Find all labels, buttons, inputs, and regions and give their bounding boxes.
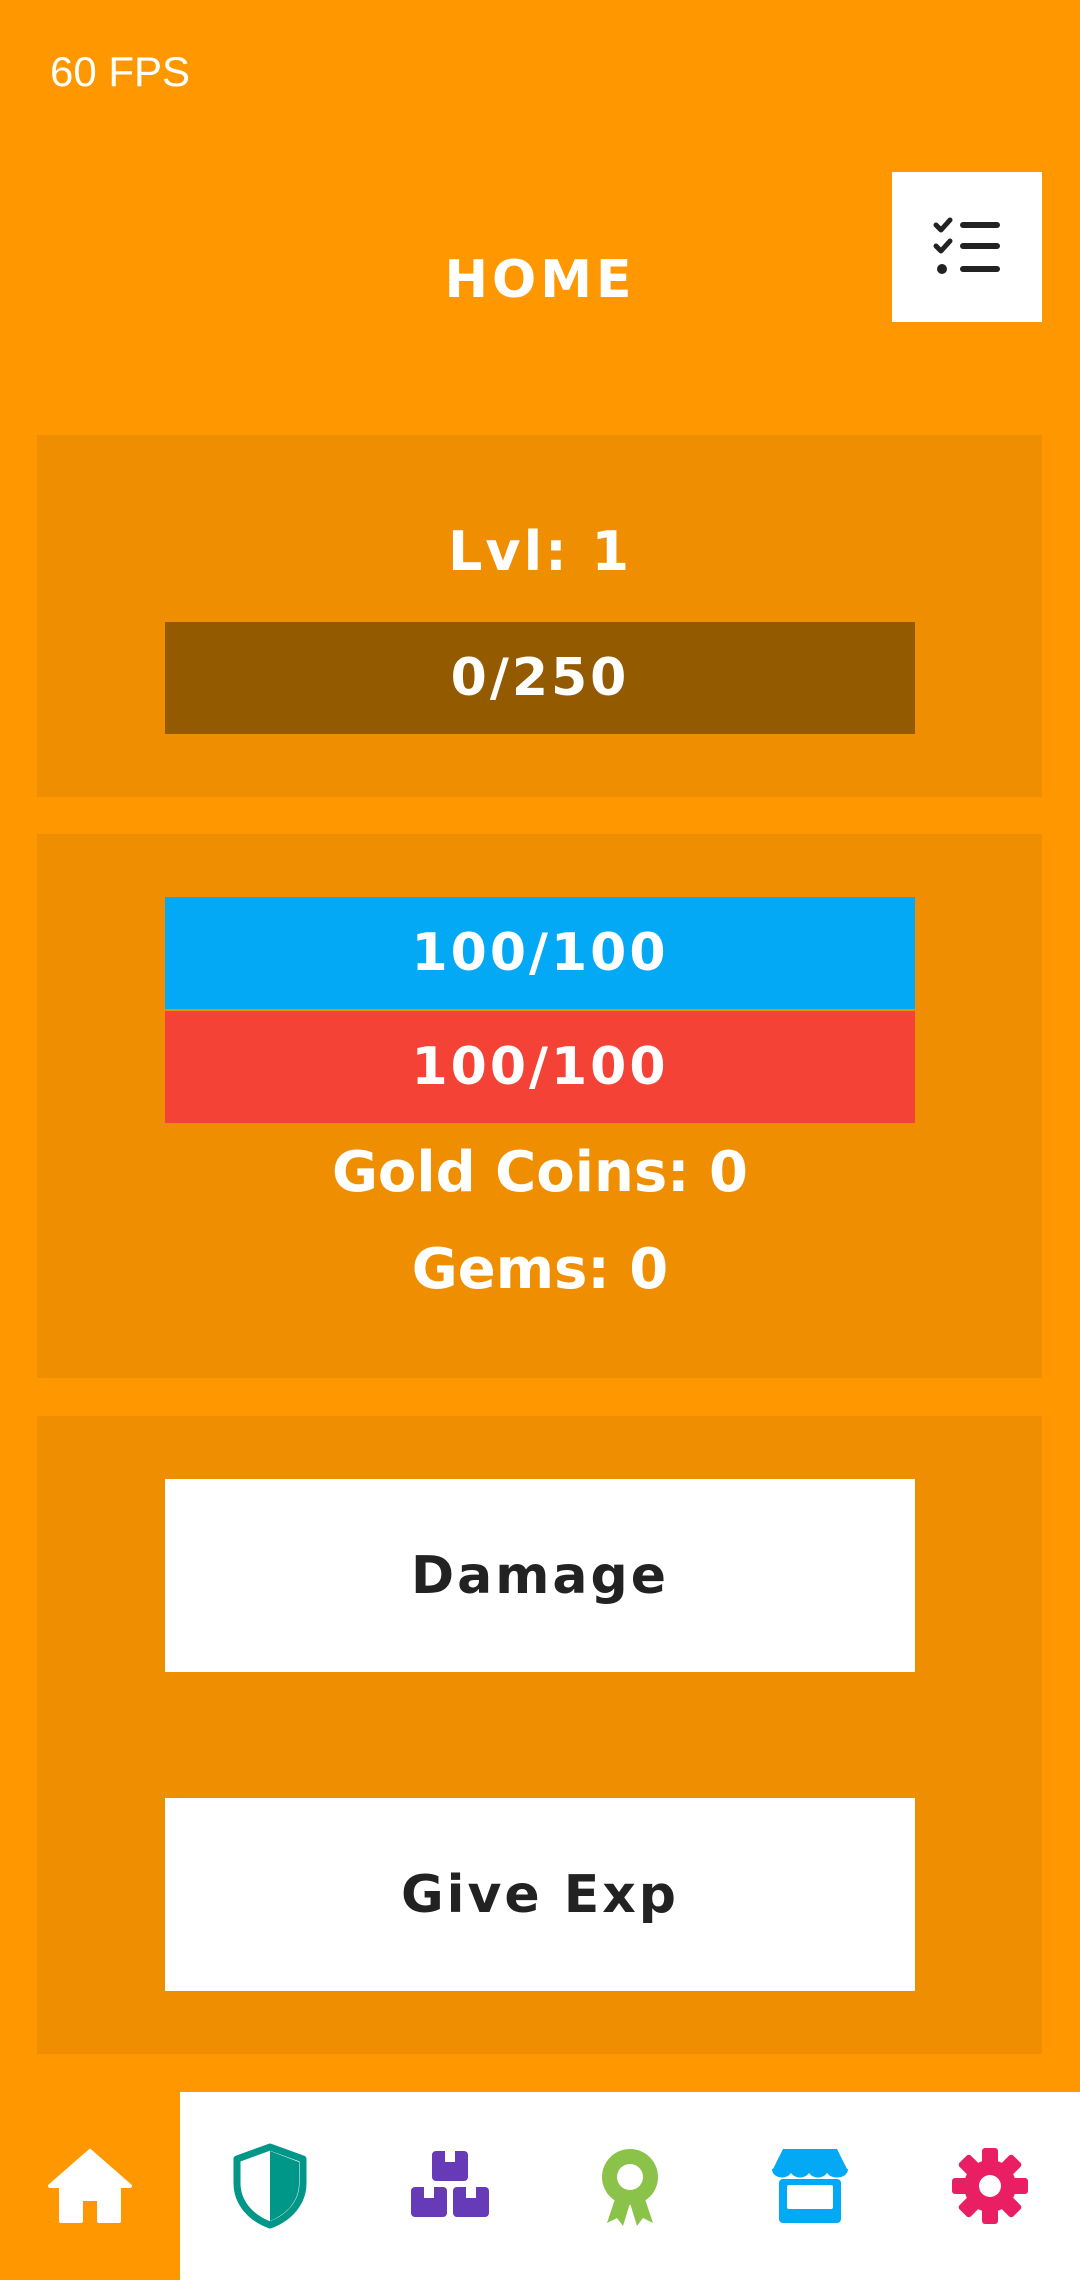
mana-bar: 100/100 xyxy=(165,897,915,1009)
home-icon xyxy=(48,2149,132,2223)
level-label: Lvl: 1 xyxy=(447,520,633,583)
nav-equipment[interactable] xyxy=(180,2092,360,2280)
nav-settings[interactable] xyxy=(900,2092,1080,2280)
gold-coins-label: Gold Coins: 0 xyxy=(331,1140,749,1205)
mana-bar-text: 100/100 xyxy=(411,923,669,983)
give-exp-button[interactable]: Give Exp xyxy=(165,1798,915,1991)
gear-icon xyxy=(952,2148,1028,2224)
exp-bar: 0/250 xyxy=(165,622,915,734)
nav-achievements[interactable] xyxy=(540,2092,720,2280)
health-bar-text: 100/100 xyxy=(411,1037,669,1097)
exp-bar-text: 0/250 xyxy=(450,648,630,708)
checklist-icon xyxy=(933,217,1000,274)
quest-list-button[interactable] xyxy=(892,172,1042,322)
level-panel xyxy=(37,435,1042,797)
nav-home[interactable] xyxy=(0,2092,180,2280)
damage-button[interactable]: Damage xyxy=(165,1479,915,1672)
award-icon xyxy=(602,2149,658,2226)
fps-counter: 60 FPS xyxy=(50,48,191,95)
health-bar: 100/100 xyxy=(165,1011,915,1123)
inventory-boxes-icon xyxy=(411,2151,489,2217)
gems-label: Gems: 0 xyxy=(411,1237,669,1302)
shield-icon xyxy=(233,2143,307,2229)
nav-store[interactable] xyxy=(720,2092,900,2280)
store-icon xyxy=(772,2149,848,2223)
nav-inventory[interactable] xyxy=(360,2092,540,2280)
bottom-navbar xyxy=(0,2092,1080,2280)
